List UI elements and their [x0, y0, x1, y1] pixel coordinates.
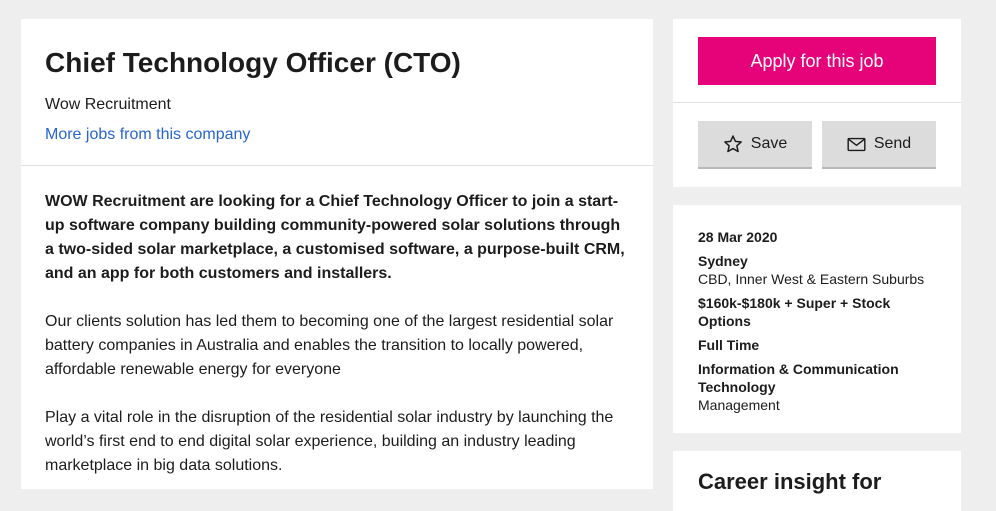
location: Sydney [698, 253, 748, 269]
job-description: WOW Recruitment are looking for a Chief … [21, 166, 653, 478]
description-lead: WOW Recruitment are looking for a Chief … [45, 193, 625, 282]
send-button[interactable]: Send [822, 121, 936, 169]
classification: Information & Communication Technology [698, 361, 899, 395]
salary: $160k-$180k + Super + Stock Options [698, 295, 891, 329]
sub-classification: Management [698, 397, 780, 413]
send-label: Send [873, 135, 912, 152]
save-button[interactable]: Save [698, 121, 812, 169]
description-paragraph: Our clients solution has led them to bec… [45, 313, 614, 378]
apply-panel: Apply for this job Save Send [673, 19, 961, 187]
job-details-card: Chief Technology Officer (CTO) Wow Recru… [21, 19, 653, 489]
location-group: Sydney CBD, Inner West & Eastern Suburbs [698, 252, 936, 288]
career-insight-title: Career insight for [698, 469, 882, 494]
job-header: Chief Technology Officer (CTO) Wow Recru… [21, 19, 653, 166]
work-type: Full Time [698, 337, 760, 353]
more-jobs-link[interactable]: More jobs from this company [45, 124, 250, 146]
description-paragraph: Play a vital role in the disruption of t… [45, 409, 614, 474]
envelope-icon [847, 137, 866, 152]
career-insight-panel: Career insight for [673, 451, 961, 511]
apply-button[interactable]: Apply for this job [698, 37, 936, 85]
listing-date: 28 Mar 2020 [698, 229, 778, 245]
star-outline-icon [723, 134, 743, 154]
location-area: CBD, Inner West & Eastern Suburbs [698, 271, 925, 287]
save-label: Save [750, 135, 788, 152]
divider [673, 102, 961, 103]
classification-group: Information & Communication Technology M… [698, 360, 936, 414]
job-info-panel: 28 Mar 2020 Sydney CBD, Inner West & Eas… [673, 205, 961, 433]
job-title: Chief Technology Officer (CTO) [45, 47, 461, 78]
company-name: Wow Recruitment [45, 96, 171, 113]
